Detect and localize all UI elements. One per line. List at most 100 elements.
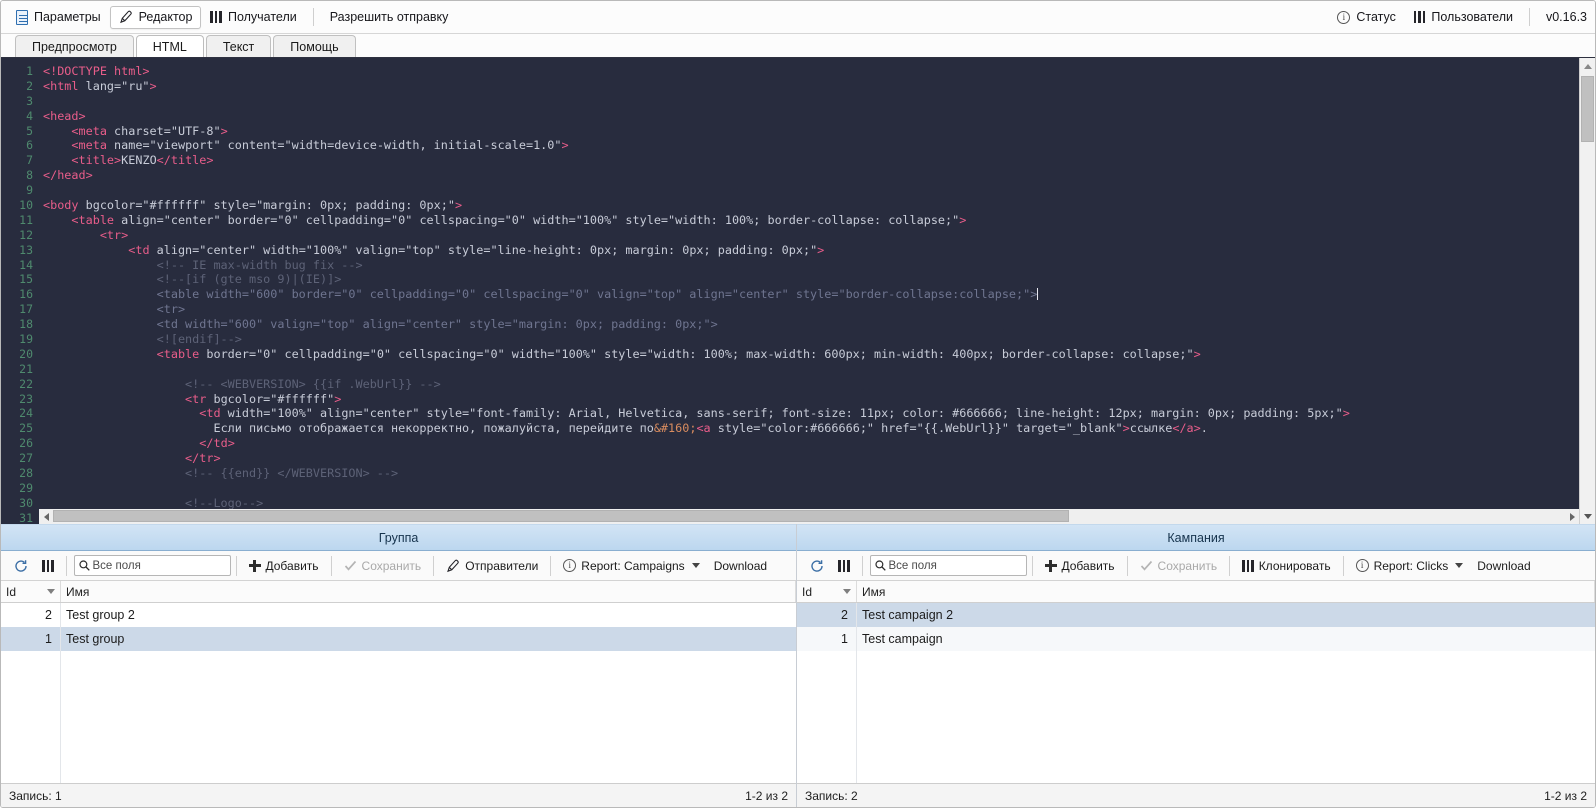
line-number: 21 bbox=[1, 362, 33, 377]
toolbar-button-allow-send[interactable]: Разрешить отправку bbox=[321, 6, 458, 29]
search-box[interactable] bbox=[74, 555, 231, 576]
horizontal-scroll-thumb[interactable] bbox=[53, 510, 1069, 522]
clone-button[interactable]: Клонировать bbox=[1235, 555, 1337, 577]
group-grid-header: Id Имя bbox=[1, 581, 796, 603]
editor-vertical-scrollbar[interactable] bbox=[1579, 58, 1595, 524]
columns-button[interactable] bbox=[35, 555, 61, 577]
search-icon bbox=[79, 560, 90, 571]
code-line: <!DOCTYPE html> bbox=[43, 64, 1595, 79]
editor-code-area[interactable]: <!DOCTYPE html><html lang="ru"> <head> <… bbox=[39, 58, 1595, 524]
toolbar-divider bbox=[236, 556, 237, 576]
panel-campaign-header: Кампания bbox=[797, 524, 1595, 551]
toolbar-button-editor[interactable]: Редактор bbox=[110, 6, 202, 29]
cell-id: 2 bbox=[1, 603, 61, 627]
search-icon bbox=[875, 560, 886, 571]
toolbar-button-parameters[interactable]: Параметры bbox=[7, 6, 110, 29]
line-number: 20 bbox=[1, 347, 33, 362]
check-icon bbox=[1140, 559, 1153, 572]
campaign-record-indicator: Запись: 2 bbox=[805, 789, 858, 803]
editor-horizontal-scrollbar[interactable] bbox=[39, 509, 1579, 524]
toolbar-button-users[interactable]: Пользователи bbox=[1405, 6, 1522, 29]
search-input[interactable] bbox=[93, 560, 226, 572]
line-number: 29 bbox=[1, 481, 33, 496]
toolbar-divider bbox=[433, 556, 434, 576]
group-status-bar: Запись: 1 1-2 из 2 bbox=[1, 783, 796, 807]
line-number: 27 bbox=[1, 451, 33, 466]
download-button-label: Download bbox=[1477, 559, 1530, 573]
table-row[interactable]: 1Test group bbox=[1, 627, 796, 651]
chevron-down-icon bbox=[1455, 563, 1463, 568]
group-pagination-indicator: 1-2 из 2 bbox=[745, 789, 788, 803]
scroll-left-icon[interactable] bbox=[39, 509, 53, 524]
code-line: </tr> bbox=[43, 451, 1595, 466]
tab-html-label: HTML bbox=[153, 40, 187, 54]
save-button[interactable]: Сохранить bbox=[337, 555, 429, 577]
code-line: <html lang="ru"> bbox=[43, 79, 1595, 94]
tab-preview[interactable]: Предпросмотр bbox=[15, 35, 134, 57]
toolbar-divider bbox=[1229, 556, 1230, 576]
scroll-up-icon[interactable] bbox=[1580, 58, 1596, 74]
code-line: <td width="100%" align="center" style="f… bbox=[43, 406, 1595, 421]
panel-group-header: Группа bbox=[1, 524, 796, 551]
column-header-name[interactable]: Имя bbox=[61, 581, 796, 602]
download-button[interactable]: Download bbox=[707, 555, 774, 577]
horizontal-scroll-track[interactable] bbox=[53, 509, 1565, 524]
toolbar-button-status[interactable]: i Статус bbox=[1328, 6, 1405, 29]
line-number: 17 bbox=[1, 302, 33, 317]
group-grid-body[interactable]: 2Test group 21Test group bbox=[1, 603, 796, 783]
scroll-down-icon[interactable] bbox=[1580, 508, 1596, 524]
table-row[interactable]: 1Test campaign bbox=[797, 627, 1595, 651]
line-number: 2 bbox=[1, 79, 33, 94]
code-line: <tr> bbox=[43, 228, 1595, 243]
tab-html[interactable]: HTML bbox=[136, 35, 204, 57]
info-icon: i bbox=[1356, 559, 1369, 572]
toolbar-button-recipients[interactable]: Получатели bbox=[201, 6, 305, 29]
line-number: 18 bbox=[1, 317, 33, 332]
search-input[interactable] bbox=[889, 560, 1022, 572]
toolbar-left-group: Параметры Редактор Получатели Разрешить … bbox=[7, 6, 457, 29]
line-number: 11 bbox=[1, 213, 33, 228]
line-number: 23 bbox=[1, 392, 33, 407]
refresh-button[interactable] bbox=[7, 555, 35, 577]
add-button[interactable]: Добавить bbox=[242, 555, 326, 577]
toolbar-divider bbox=[862, 556, 863, 576]
line-number: 10 bbox=[1, 198, 33, 213]
add-button[interactable]: Добавить bbox=[1038, 555, 1122, 577]
tab-help[interactable]: Помощь bbox=[273, 35, 355, 57]
campaign-pagination-indicator: 1-2 из 2 bbox=[1544, 789, 1587, 803]
code-line: <tr> bbox=[43, 302, 1595, 317]
column-header-name[interactable]: Имя bbox=[857, 581, 1595, 602]
line-number: 25 bbox=[1, 421, 33, 436]
code-editor[interactable]: 1234567891011121314151617181920212223242… bbox=[1, 58, 1595, 524]
senders-button[interactable]: Отправители bbox=[439, 555, 545, 577]
toolbar-divider bbox=[550, 556, 551, 576]
report-dropdown[interactable]: i Report: Clicks bbox=[1349, 555, 1471, 577]
main-toolbar: Параметры Редактор Получатели Разрешить … bbox=[1, 1, 1595, 34]
code-line bbox=[43, 481, 1595, 496]
table-row[interactable]: 2Test campaign 2 bbox=[797, 603, 1595, 627]
refresh-icon bbox=[810, 559, 824, 573]
code-line bbox=[43, 183, 1595, 198]
code-line: <meta name="viewport" content="width=dev… bbox=[43, 138, 1595, 153]
table-row[interactable]: 2Test group 2 bbox=[1, 603, 796, 627]
refresh-button[interactable] bbox=[803, 555, 831, 577]
download-button[interactable]: Download bbox=[1470, 555, 1537, 577]
column-header-id[interactable]: Id bbox=[797, 581, 857, 602]
info-icon: i bbox=[1337, 11, 1350, 24]
line-number: 1 bbox=[1, 64, 33, 79]
code-line: <table border="0" cellpadding="0" cellsp… bbox=[43, 347, 1595, 362]
search-box[interactable] bbox=[870, 555, 1027, 576]
line-number: 26 bbox=[1, 436, 33, 451]
tab-text[interactable]: Текст bbox=[206, 35, 271, 57]
save-button[interactable]: Сохранить bbox=[1133, 555, 1225, 577]
scroll-right-icon[interactable] bbox=[1565, 509, 1579, 524]
vertical-scroll-track[interactable] bbox=[1580, 74, 1596, 508]
code-line bbox=[43, 362, 1595, 377]
campaign-grid-body[interactable]: 2Test campaign 21Test campaign bbox=[797, 603, 1595, 783]
columns-button[interactable] bbox=[831, 555, 857, 577]
column-header-id[interactable]: Id bbox=[1, 581, 61, 602]
report-dropdown[interactable]: i Report: Campaigns bbox=[556, 555, 706, 577]
toolbar-button-editor-label: Редактор bbox=[139, 10, 193, 24]
panel-campaign: Кампания bbox=[797, 524, 1595, 807]
vertical-scroll-thumb[interactable] bbox=[1581, 76, 1594, 142]
